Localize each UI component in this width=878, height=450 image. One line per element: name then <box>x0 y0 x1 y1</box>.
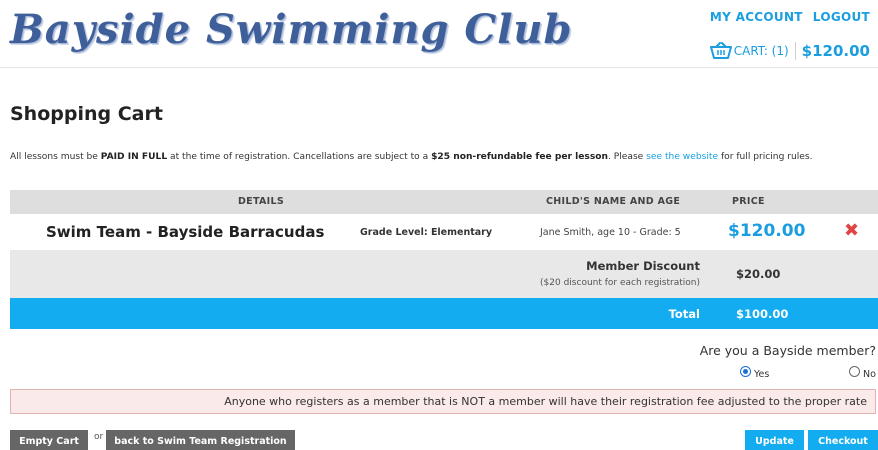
header-price: PRICE <box>732 196 765 207</box>
table-row: Swim Team - Bayside Barracudas Grade Lev… <box>10 214 878 250</box>
notice-middle: at the time of registration. Cancellatio… <box>167 152 432 162</box>
member-yes-radio[interactable]: Yes <box>740 366 769 380</box>
discount-label: Member Discount <box>586 259 700 273</box>
discount-amount: $20.00 <box>736 267 781 281</box>
notice-please: . Please <box>607 152 647 162</box>
item-price: $120.00 <box>728 221 806 241</box>
site-logo[interactable]: Bayside Swimming Club <box>10 6 572 53</box>
empty-cart-button[interactable]: Empty Cart <box>10 430 88 450</box>
cart-count-link[interactable]: CART: (1) <box>734 44 789 58</box>
item-name: Swim Team - Bayside Barracudas <box>46 223 325 241</box>
cart-summary[interactable]: CART: (1) $120.00 <box>709 42 870 60</box>
cart-table: DETAILS CHILD'S NAME AND AGE PRICE Swim … <box>10 190 878 329</box>
notice-paid-in-full: PAID IN FULL <box>100 152 168 162</box>
radio-selected-icon[interactable] <box>740 366 751 377</box>
radio-unselected-icon[interactable] <box>849 366 860 377</box>
total-label: Total <box>668 307 700 321</box>
logout-link[interactable]: LOGOUT <box>813 10 870 24</box>
my-account-link[interactable]: MY ACCOUNT <box>710 10 803 24</box>
discount-note: ($20 discount for each registration) <box>540 278 700 288</box>
account-links: MY ACCOUNT LOGOUT <box>710 10 870 24</box>
update-button[interactable]: Update <box>745 430 804 450</box>
cart-divider <box>794 42 796 60</box>
radio-no-label[interactable]: No <box>863 369 876 380</box>
notice-fee: $25 non-refundable fee per lesson <box>431 152 608 162</box>
item-child: Jane Smith, age 10 - Grade: 5 <box>540 227 681 238</box>
member-warning: Anyone who registers as a member that is… <box>10 389 876 414</box>
site-header: Bayside Swimming Club MY ACCOUNT LOGOUT … <box>0 0 878 68</box>
or-separator: or <box>94 432 104 442</box>
notice-prefix: All lessons must be <box>10 152 101 162</box>
table-header: DETAILS CHILD'S NAME AND AGE PRICE <box>10 190 878 214</box>
notice-suffix: for full pricing rules. <box>718 152 813 162</box>
member-question: Are you a Bayside member? <box>699 343 876 358</box>
header-details: DETAILS <box>238 196 285 207</box>
radio-yes-label[interactable]: Yes <box>754 369 769 380</box>
item-grade: Grade Level: Elementary <box>360 227 493 238</box>
total-row: Total $100.00 <box>10 298 878 329</box>
back-to-registration-button[interactable]: back to Swim Team Registration <box>106 430 295 450</box>
total-amount: $100.00 <box>736 307 789 321</box>
checkout-button[interactable]: Checkout <box>808 430 878 450</box>
shopping-basket-icon[interactable] <box>709 42 732 60</box>
page-title: Shopping Cart <box>10 103 163 125</box>
close-x-icon[interactable]: ✖ <box>844 220 859 241</box>
discount-row: Member Discount ($20 discount for each r… <box>10 250 878 298</box>
member-no-radio[interactable]: No <box>849 366 876 380</box>
see-website-link[interactable]: see the website <box>646 152 718 162</box>
cart-total-amount: $120.00 <box>801 42 870 60</box>
payment-notice: All lessons must be PAID IN FULL at the … <box>10 152 812 162</box>
header-child: CHILD'S NAME AND AGE <box>546 196 681 207</box>
